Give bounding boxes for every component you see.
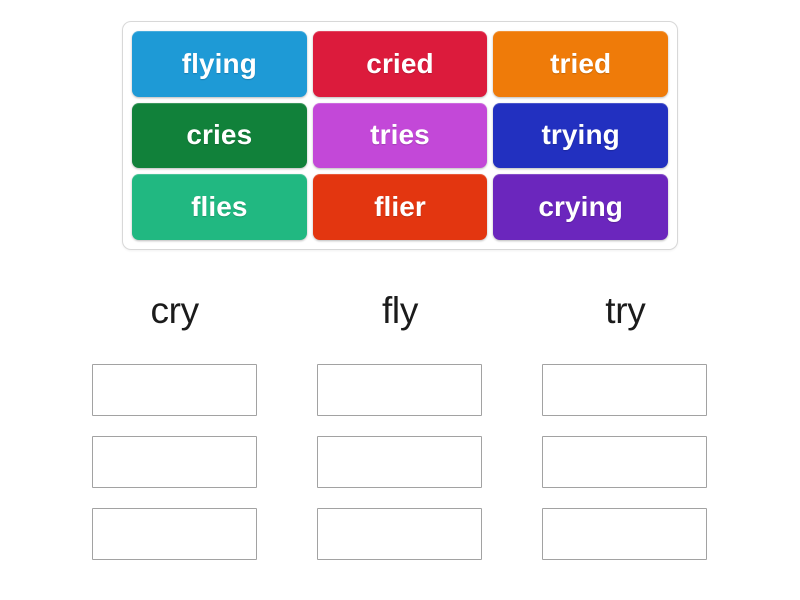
category-header-row: cry fly try bbox=[92, 290, 708, 332]
word-tile-label: trying bbox=[541, 119, 620, 151]
drop-zone[interactable] bbox=[317, 364, 482, 416]
word-tile[interactable]: flies bbox=[132, 174, 307, 240]
drop-zone[interactable] bbox=[317, 508, 482, 560]
drop-zone-grid bbox=[92, 364, 708, 560]
word-tile-label: crying bbox=[538, 191, 623, 223]
drop-zone[interactable] bbox=[92, 436, 257, 488]
category-header-try: try bbox=[605, 290, 646, 331]
word-tile-grid: flying cried tried cries tries trying fl… bbox=[132, 31, 668, 240]
word-tile[interactable]: tried bbox=[493, 31, 668, 97]
word-tile-label: flies bbox=[191, 191, 248, 223]
word-tile[interactable]: trying bbox=[493, 102, 668, 169]
drop-zone[interactable] bbox=[92, 364, 257, 416]
drop-zone[interactable] bbox=[542, 508, 707, 560]
word-tile-label: flier bbox=[374, 191, 426, 223]
drop-zone[interactable] bbox=[317, 436, 482, 488]
drop-zone[interactable] bbox=[92, 508, 257, 560]
word-tile[interactable]: flying bbox=[132, 31, 307, 97]
word-tile[interactable]: flier bbox=[312, 174, 488, 240]
drop-zone[interactable] bbox=[542, 436, 707, 488]
word-tile-label: cries bbox=[186, 119, 253, 151]
word-tile[interactable]: crying bbox=[493, 174, 668, 240]
category-header-cry: cry bbox=[150, 290, 199, 331]
word-bank-container: flying cried tried cries tries trying fl… bbox=[122, 21, 678, 250]
word-tile-label: tried bbox=[550, 47, 612, 79]
word-tile-label: cried bbox=[366, 47, 434, 79]
drop-zone[interactable] bbox=[542, 364, 707, 416]
word-tile[interactable]: cried bbox=[312, 31, 488, 97]
word-tile[interactable]: tries bbox=[312, 102, 488, 169]
word-tile-label: flying bbox=[181, 47, 257, 79]
word-tile-label: tries bbox=[370, 119, 430, 151]
word-tile[interactable]: cries bbox=[132, 102, 307, 169]
category-header-fly: fly bbox=[381, 290, 419, 331]
